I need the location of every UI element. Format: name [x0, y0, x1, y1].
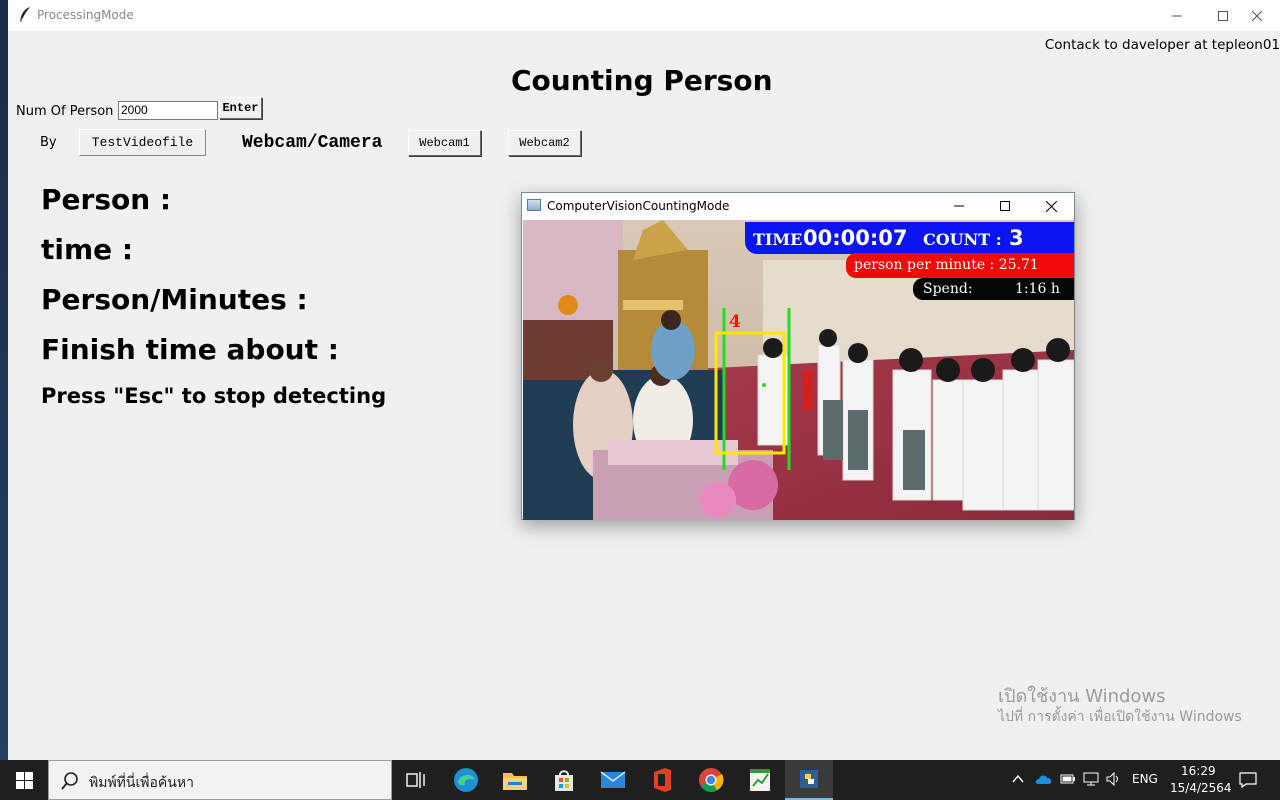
- overlay-count-label: COUNT :: [923, 230, 1002, 249]
- onedrive-cloud-icon[interactable]: [1035, 773, 1053, 785]
- overlay-count-value: 3: [1009, 226, 1024, 250]
- desktop-background: [0, 0, 8, 760]
- python-app-icon: [800, 770, 818, 788]
- overlay-time-value: 00:00:07: [803, 226, 908, 250]
- taskbar-edge[interactable]: [442, 760, 490, 800]
- close-icon: [1252, 10, 1262, 21]
- esc-hint-label: Press "Esc" to stop detecting: [41, 384, 387, 408]
- chrome-icon: [699, 768, 724, 793]
- num-of-person-label: Num Of Person: [16, 104, 114, 119]
- folder-icon: [503, 773, 527, 790]
- person-per-minutes-label: Person/Minutes :: [41, 283, 308, 316]
- webcam2-button[interactable]: Webcam2: [508, 130, 581, 156]
- start-button[interactable]: [0, 760, 48, 800]
- taskbar-chrome[interactable]: [687, 760, 735, 800]
- mail-icon: [600, 771, 626, 788]
- window-title: ProcessingMode: [37, 8, 134, 22]
- taskbar-store[interactable]: [540, 760, 588, 800]
- app-window-icon: [527, 199, 541, 211]
- webcam1-button[interactable]: Webcam1: [408, 130, 481, 156]
- input-language-indicator[interactable]: ENG: [1132, 772, 1158, 786]
- maximize-icon: [1000, 201, 1010, 211]
- time-label: time :: [41, 233, 134, 266]
- finish-time-label: Finish time about :: [41, 333, 339, 366]
- taskbar-file-explorer[interactable]: [491, 760, 539, 800]
- taskbar-chart-app[interactable]: [736, 760, 784, 800]
- taskbar-search-box[interactable]: พิมพ์ที่นี่เพื่อค้นหา: [48, 760, 392, 800]
- close-button[interactable]: [1234, 0, 1280, 31]
- webcam-camera-label: Webcam/Camera: [242, 133, 383, 153]
- network-icon[interactable]: [1083, 772, 1099, 786]
- task-view-button[interactable]: [392, 760, 440, 800]
- edge-browser-icon: [454, 768, 478, 792]
- cv-window-titlebar[interactable]: ComputerVisionCountingMode: [522, 193, 1074, 219]
- overlay-spend-label: Spend:: [923, 281, 973, 297]
- search-icon: [61, 772, 78, 790]
- by-label: By: [40, 135, 57, 150]
- window-titlebar[interactable]: ProcessingMode: [8, 0, 1280, 31]
- minimize-icon: [1172, 15, 1182, 16]
- page-title: Counting Person: [511, 64, 773, 97]
- cv-counting-window: ComputerVisionCountingMode 4 TIME 00:00:…: [521, 192, 1075, 520]
- num-of-person-input[interactable]: 2000: [118, 101, 218, 120]
- windows-logo-icon: [15, 771, 33, 789]
- store-bag-icon: [555, 770, 573, 791]
- track-id-label: 4: [729, 312, 741, 332]
- activation-watermark-subtitle: ไปที่ การตั้งค่า เพื่อเปิดใช้งาน Windows: [998, 709, 1242, 725]
- cv-window-title: ComputerVisionCountingMode: [547, 199, 730, 213]
- person-count-label: Person :: [41, 183, 172, 216]
- cv-close-button[interactable]: [1028, 193, 1074, 219]
- clock-date[interactable]: 15/4/2564: [1170, 781, 1232, 795]
- enter-button[interactable]: Enter: [219, 97, 262, 119]
- test-videofile-button[interactable]: TestVideofile: [79, 129, 206, 156]
- clock-time[interactable]: 16:29: [1181, 764, 1216, 778]
- chart-document-icon: [750, 769, 770, 791]
- notification-center-icon[interactable]: [1239, 772, 1257, 788]
- close-icon: [1045, 200, 1057, 212]
- minimize-button[interactable]: [1154, 0, 1200, 31]
- chevron-up-icon[interactable]: [1012, 774, 1024, 784]
- feather-icon: [19, 7, 30, 24]
- taskbar-python-active[interactable]: [785, 760, 833, 800]
- cv-maximize-button[interactable]: [982, 193, 1028, 219]
- minimize-icon: [954, 205, 964, 207]
- taskbar-office[interactable]: [638, 760, 686, 800]
- battery-icon[interactable]: [1060, 773, 1076, 785]
- search-placeholder: พิมพ์ที่นี่เพื่อค้นหา: [89, 775, 194, 791]
- office-icon: [654, 768, 671, 792]
- task-view-icon: [406, 772, 425, 788]
- video-frame: 4 TIME 00:00:07 COUNT : 3 person per min…: [523, 220, 1074, 520]
- overlay-person-per-minute: person per minute : 25.71: [854, 257, 1039, 273]
- maximize-icon: [1218, 10, 1228, 21]
- taskbar-mail[interactable]: [589, 760, 637, 800]
- cv-minimize-button[interactable]: [936, 193, 982, 219]
- overlay-time-label: TIME: [753, 230, 803, 249]
- volume-icon[interactable]: [1106, 772, 1122, 786]
- contact-label: Contack to daveloper at tepleon01: [1044, 37, 1280, 53]
- taskbar: พิมพ์ที่นี่เพื่อค้นหา ENG 16:29 15/4/256…: [0, 760, 1280, 800]
- overlay-spend-value: 1:16 h: [1015, 281, 1060, 297]
